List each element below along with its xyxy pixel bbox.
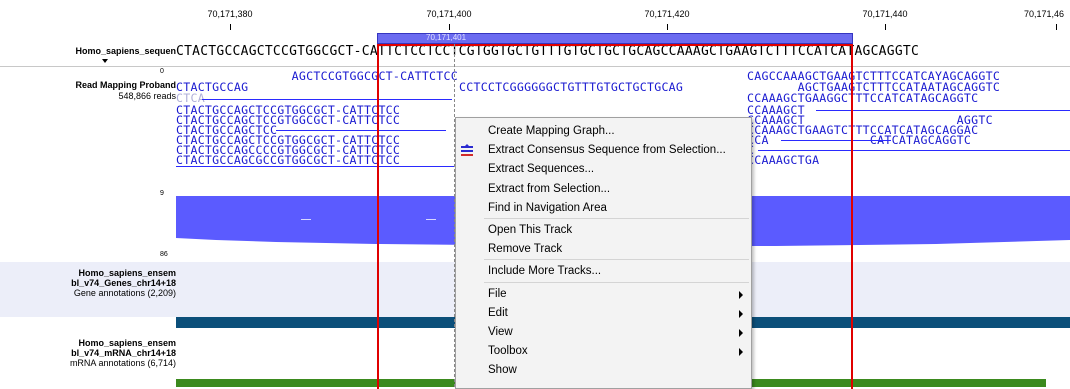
mrna-track-title-line2: bl_v74_mRNA_chr14+18 bbox=[71, 348, 176, 358]
mrna-track-subtitle: mRNA annotations (6,714) bbox=[69, 358, 176, 368]
coverage-scale-bottom: 86 bbox=[160, 251, 168, 258]
menu-separator bbox=[484, 218, 749, 219]
ruler-tick bbox=[885, 24, 886, 30]
submenu-arrow-icon bbox=[739, 290, 743, 299]
gene-track-subtitle: Gene annotations (2,209) bbox=[73, 288, 176, 298]
submenu-arrow-icon bbox=[739, 329, 743, 337]
menu-separator bbox=[484, 259, 749, 261]
menu-item-view[interactable]: View bbox=[456, 322, 751, 341]
selection-start-label: 70,171,401 bbox=[426, 33, 467, 42]
menu-item-show[interactable]: Show bbox=[456, 360, 751, 379]
gene-track-title-line2: bl_v74_Genes_chr14+18 bbox=[71, 278, 176, 288]
ruler-tick bbox=[230, 24, 231, 30]
menu-item-include-more-tracks[interactable]: Include More Tracks... bbox=[456, 261, 751, 280]
menu-item-extract-sequences[interactable]: Extract Sequences... bbox=[456, 159, 751, 178]
mrna-track-title[interactable]: Homo_sapiens_ensem bbox=[0, 338, 176, 348]
menu-item-file[interactable]: File bbox=[456, 284, 751, 303]
read-count: 548,866 reads bbox=[118, 91, 176, 101]
menu-item-toolbox[interactable]: Toolbox bbox=[456, 341, 751, 360]
submenu-arrow-icon bbox=[739, 348, 743, 357]
ruler-label: 70,171,46 bbox=[1023, 9, 1065, 19]
dropdown-arrow-icon[interactable] bbox=[102, 59, 108, 63]
menu-item-extract-consensus[interactable]: Extract Consensus Sequence from Selectio… bbox=[456, 140, 751, 159]
ruler-label: 70,171,380 bbox=[207, 9, 253, 19]
read-track-title[interactable]: Read Mapping Proband bbox=[0, 80, 176, 90]
read: CTACTGCCAGCGCCGTGGCGCT-CATTCTCC bbox=[176, 153, 401, 167]
menu-separator bbox=[484, 281, 749, 283]
reference-track-label[interactable]: Homo_sapiens_sequen bbox=[0, 46, 176, 56]
position-ruler[interactable]: 70,171,380 70,171,400 70,171,420 70,171,… bbox=[176, 0, 1070, 32]
ruler-tick bbox=[449, 24, 450, 30]
ruler-label: 70,171,420 bbox=[644, 9, 690, 19]
menu-item-extract-from-selection[interactable]: Extract from Selection... bbox=[456, 179, 751, 198]
ruler-tick bbox=[1056, 24, 1057, 30]
context-menu: Create Mapping Graph... Extract Consensu… bbox=[455, 117, 752, 389]
submenu-arrow-icon bbox=[739, 309, 743, 318]
gene-track-title[interactable]: Homo_sapiens_ensem bbox=[0, 268, 176, 278]
coverage-scale-top: 0 bbox=[160, 68, 164, 75]
coverage-scale-mid: 9 bbox=[160, 190, 164, 197]
paired-read-line bbox=[816, 110, 1070, 111]
menu-item-remove-track[interactable]: Remove Track bbox=[456, 239, 751, 258]
ruler-label: 70,171,440 bbox=[862, 9, 908, 19]
consensus-extract-icon bbox=[461, 144, 473, 157]
menu-item-create-mapping-graph[interactable]: Create Mapping Graph... bbox=[456, 121, 751, 140]
ruler-label: 70,171,400 bbox=[426, 9, 472, 19]
menu-item-edit[interactable]: Edit bbox=[456, 303, 751, 322]
menu-item-find-in-navigation[interactable]: Find in Navigation Area bbox=[456, 198, 751, 217]
ruler-tick bbox=[667, 24, 668, 30]
menu-item-open-track[interactable]: Open This Track bbox=[456, 220, 751, 239]
